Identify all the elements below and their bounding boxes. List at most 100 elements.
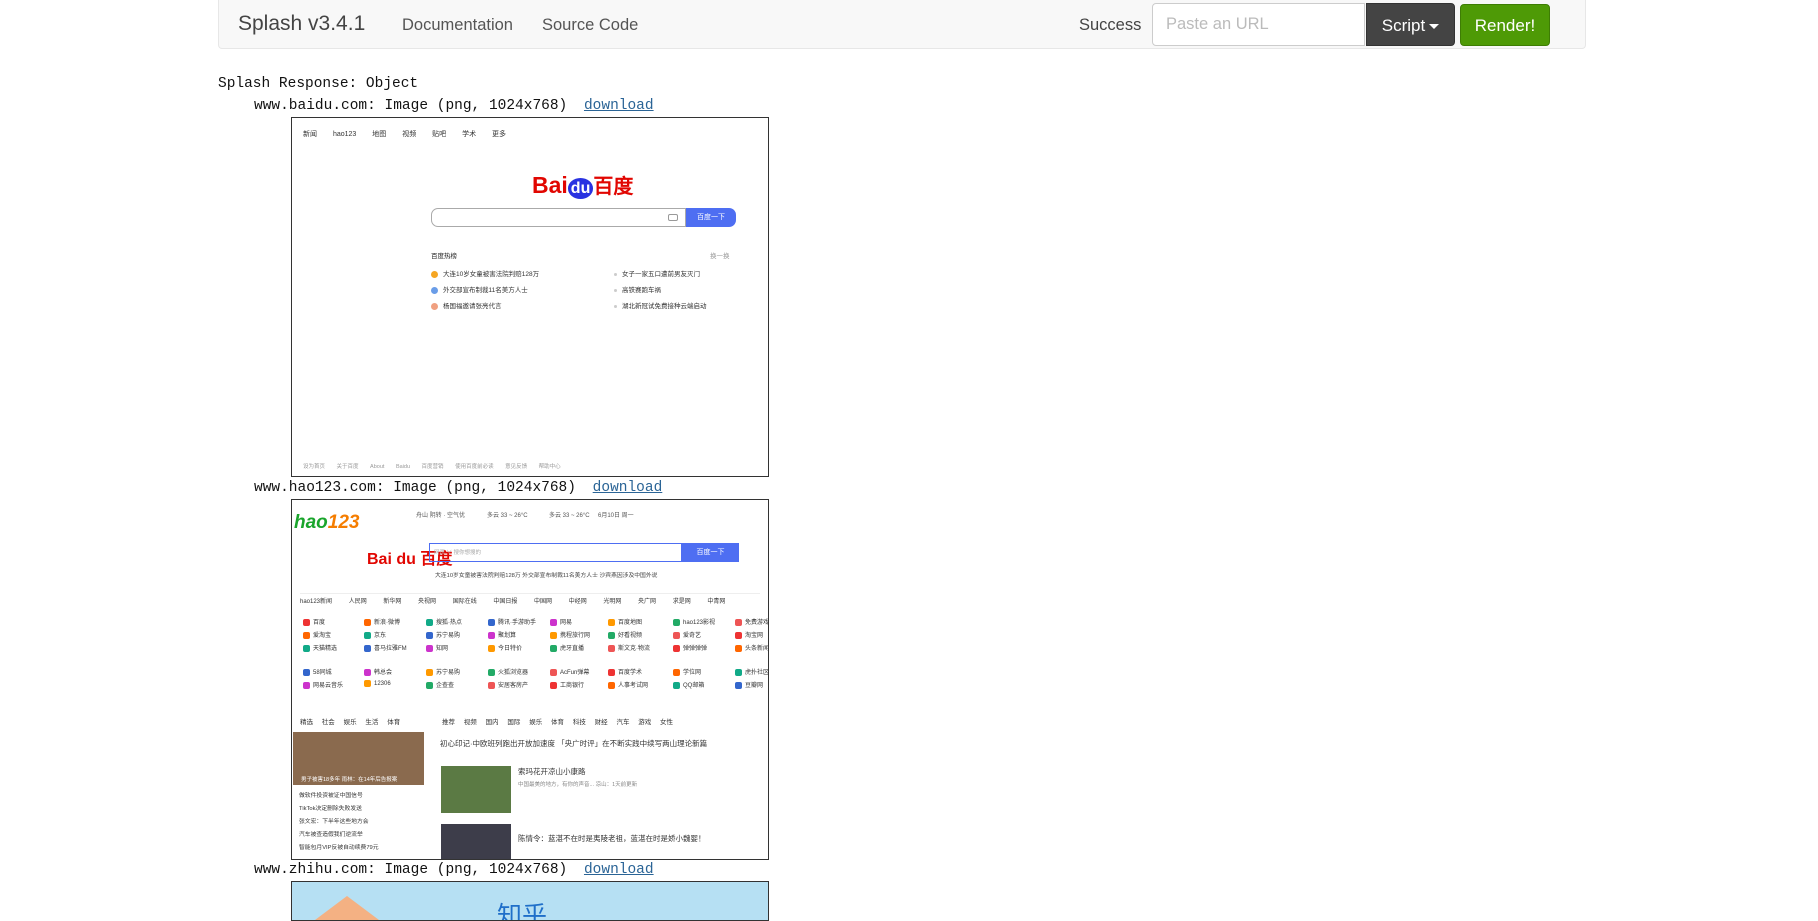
site-link: 爱奇艺 [673,630,701,639]
site-icon [550,644,557,652]
entry-key: www.baidu.com: [254,98,376,114]
site-icon [303,644,310,652]
site-icon [673,631,680,639]
nav-source-code[interactable]: Source Code [542,16,638,35]
site-link: 苏宁易购 [426,630,460,639]
camera-icon [668,214,678,221]
download-link[interactable]: download [584,862,654,878]
site-link: hao123影视 [673,617,715,626]
entry-desc: Image (png, 1024x768) [393,480,576,496]
site-link: 企查查 [426,680,454,689]
site-label: 爱奇艺 [683,633,702,639]
site-icon [608,618,615,626]
hao123-search-button: 百度一下 [682,543,739,562]
site-link: 虎牙直播 [550,643,584,652]
zhihu-logo: 知乎 [497,902,548,921]
site-link: 免费游戏 [735,617,769,626]
site-label: 韩总会 [374,670,393,676]
site-label: 58同城 [313,670,332,676]
baidu-hot-item: 大连10岁女童被害法院判赔128万 [431,268,539,278]
render-button[interactable]: Render! [1460,4,1550,46]
site-link: 58同城 [303,667,332,676]
site-label: 安居客房产 [498,683,529,689]
site-link: 工商银行 [550,680,584,689]
list-item: TikTok决定删除失败发送 [299,806,362,812]
site-link: 网易 [550,617,572,626]
logo-num: 123 [327,512,360,533]
site-label: 企查查 [436,683,455,689]
site-link: 韩总会 [364,667,392,676]
hao123-search-box: 网页 ∨ 搜你想搜的 [429,543,682,562]
site-icon [735,644,742,652]
navbar: Splash v3.4.1 Documentation Source Code … [218,0,1586,49]
brand[interactable]: Splash v3.4.1 [238,12,365,36]
site-icon [364,631,371,639]
site-icon [550,681,557,689]
url-input[interactable] [1152,3,1365,46]
baidu-hot-item: 外交部宣布制裁11名美方人士 [431,284,528,294]
baidu-hot-item: 杨国福邀请张亮代言 [431,300,502,310]
caret-down-icon [1429,24,1440,30]
site-icon [426,644,433,652]
site-link: 京东 [364,630,386,639]
site-label: 斯文克·物流 [618,646,650,652]
site-icon [673,618,680,626]
list-item: 汽车被查造假我们逆流举 [299,832,363,838]
site-label: 苏宁易购 [436,633,461,639]
site-icon [488,681,495,689]
entry-desc: Image (png, 1024x768) [384,862,568,878]
site-label: 今日特价 [498,646,523,652]
weather-date: 6月10日 周一 [598,513,634,519]
site-link: 斯文克·物流 [608,643,650,652]
baidu-footer: 设为首页 关于百度 About Baidu 百度营销 使用百度前必读 意见反馈 … [303,464,561,470]
hao123-tabs-left: 精选 社会 娱乐 生活 体育 [300,719,401,726]
news-sub: 中国最美的地方，有你的声音... 凉山：1天前更新 [518,782,638,788]
download-link[interactable]: download [593,480,663,496]
site-icon [735,681,742,689]
site-icon [608,681,615,689]
hao123-tabs-right: 推荐 视频 国内 国际 娱乐 体育 科技 财经 汽车 游戏 女性 [442,719,674,726]
site-icon [673,644,680,652]
site-link: 网易云音乐 [303,680,343,689]
site-link: 虎扑社区 [735,667,769,676]
site-icon [303,631,310,639]
site-icon [488,618,495,626]
site-label: 腾讯·手游助手 [498,620,536,626]
site-label: 百度学术 [618,670,643,676]
site-icon [303,618,310,626]
script-dropdown-button[interactable]: Script [1366,3,1455,46]
screenshot-hao123: hao123 舟山 阴转 · 空气优 多云 33 ~ 26°C 多云 33 ~ … [291,499,769,860]
baidu-hot-title: 百度热榜 [431,253,457,260]
site-label: 虎扑社区 [745,670,769,676]
site-link: 今日特价 [488,643,522,652]
entry-baidu: www.baidu.com: Image (png, 1024x768) dow… [254,98,654,114]
hao123-logo: hao123 [294,512,359,534]
site-label: 搜狐·热点 [436,620,462,626]
site-label: hao123影视 [683,620,716,626]
site-label: 人事考试网 [618,683,649,689]
response-title: Splash Response: Object [218,76,419,92]
site-icon [673,668,680,676]
weather-today: 多云 33 ~ 26°C [487,513,528,519]
list-item: 智能包月VIP反被自动续费79元 [299,845,379,851]
site-label: 携程旅行网 [560,633,591,639]
site-icon [488,631,495,639]
zhihu-decoration [307,896,387,920]
site-link: 弹弹弹弹 [673,643,707,652]
news-title: 陈情令：蓝湛不在时是夷陵老祖，蓝湛在时是娇小魏婴！ [518,834,706,843]
site-icon [364,644,371,652]
site-label: 弹弹弹弹 [683,646,708,652]
entry-key: www.hao123.com: [254,480,385,496]
download-link[interactable]: download [584,98,654,114]
site-link: 苏宁易购 [426,667,460,676]
baidu-refresh: 换一换 [710,253,730,260]
hao123-news-list: 做软件投资被证中国信号 TikTok决定删除失败发送 张文宏：下半年这些地方会 … [299,790,379,855]
site-label: 免费游戏 [745,620,769,626]
list-item: 张文宏：下半年这些地方会 [299,819,369,825]
news-thumbnail [441,766,511,813]
list-item: 做软件投资被证中国信号 [299,793,363,799]
baidu-logo: Bai du 百度 [532,170,633,199]
site-label: 知网 [436,646,449,652]
hao123-nav: hao123新闻 人民网 新华网 央视网 国际在线 中国日报 中国网 中经网 光… [300,593,760,605]
nav-documentation[interactable]: Documentation [402,16,513,35]
